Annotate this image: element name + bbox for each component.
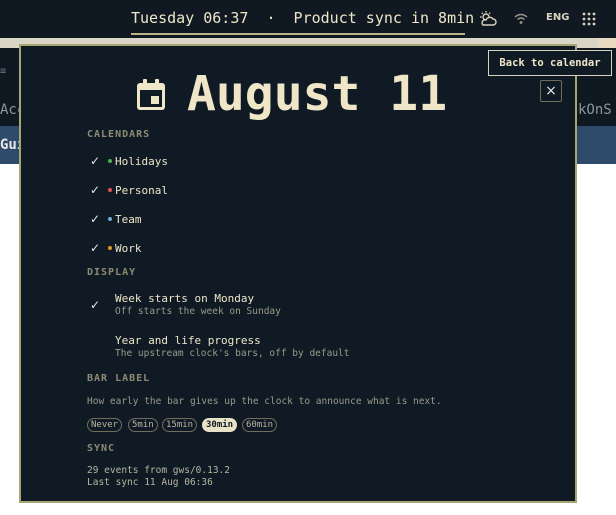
check-icon: ✓ [90,183,101,197]
sync-events-count: 29 events from gws/0.13.2 [87,465,230,476]
apps-grid-icon[interactable] [582,12,596,26]
top-bar: Tuesday 06:37 · Product sync in 8min ENG [0,0,616,38]
option-subtitle: The upstream clock's bars, off by defaul… [115,348,350,359]
day-settings-panel: August 11 × CALENDARS ✓ Holidays ✓ Perso… [19,44,577,503]
network-icon[interactable] [514,13,528,25]
section-display: DISPLAY [87,267,137,278]
bar-label-option-5min[interactable]: 5min [128,418,158,432]
clock-status[interactable]: Tuesday 06:37 · Product sync in 8min [131,9,474,27]
sync-last-time: Last sync 11 Aug 06:36 [87,477,213,488]
check-icon: ✓ [90,241,101,255]
next-event-progress [131,33,465,35]
check-icon: ✓ [90,154,101,168]
back-to-calendar-button[interactable]: Back to calendar [488,50,612,76]
calendar-color-dot [108,246,112,250]
option-title: Week starts on Monday [115,292,255,305]
bar-label-option-15min[interactable]: 15min [162,418,198,432]
bar-label-option-never[interactable]: Never [87,418,123,432]
date-title: August 11 [187,66,448,122]
check-icon: ✓ [90,298,101,312]
bar-label-option-60min[interactable]: 60min [242,418,278,432]
language-indicator[interactable]: ENG [546,12,569,23]
close-button[interactable]: × [540,80,562,102]
weather-icon[interactable] [478,10,498,28]
option-title: Year and life progress [115,334,261,347]
calendar-label: Personal [115,184,168,197]
bar-label-description: How early the bar gives up the clock to … [87,396,442,407]
calendar-label: Work [115,242,142,255]
option-subtitle: Off starts the week on Sunday [115,306,281,317]
calendar-color-dot [108,159,112,163]
background-text-fragment: kOnS [578,102,612,118]
bar-label-option-30min[interactable]: 30min [202,418,238,432]
calendar-icon [137,79,165,110]
section-bar-label: BAR LABEL [87,373,151,384]
section-calendars: CALENDARS [87,129,151,140]
check-icon: ✓ [90,212,101,226]
calendar-label: Team [115,213,142,226]
background-menu-icon: ≡ [0,66,7,77]
calendar-label: Holidays [115,155,168,168]
section-sync: SYNC [87,443,116,454]
calendar-color-dot [108,217,112,221]
calendar-color-dot [108,188,112,192]
